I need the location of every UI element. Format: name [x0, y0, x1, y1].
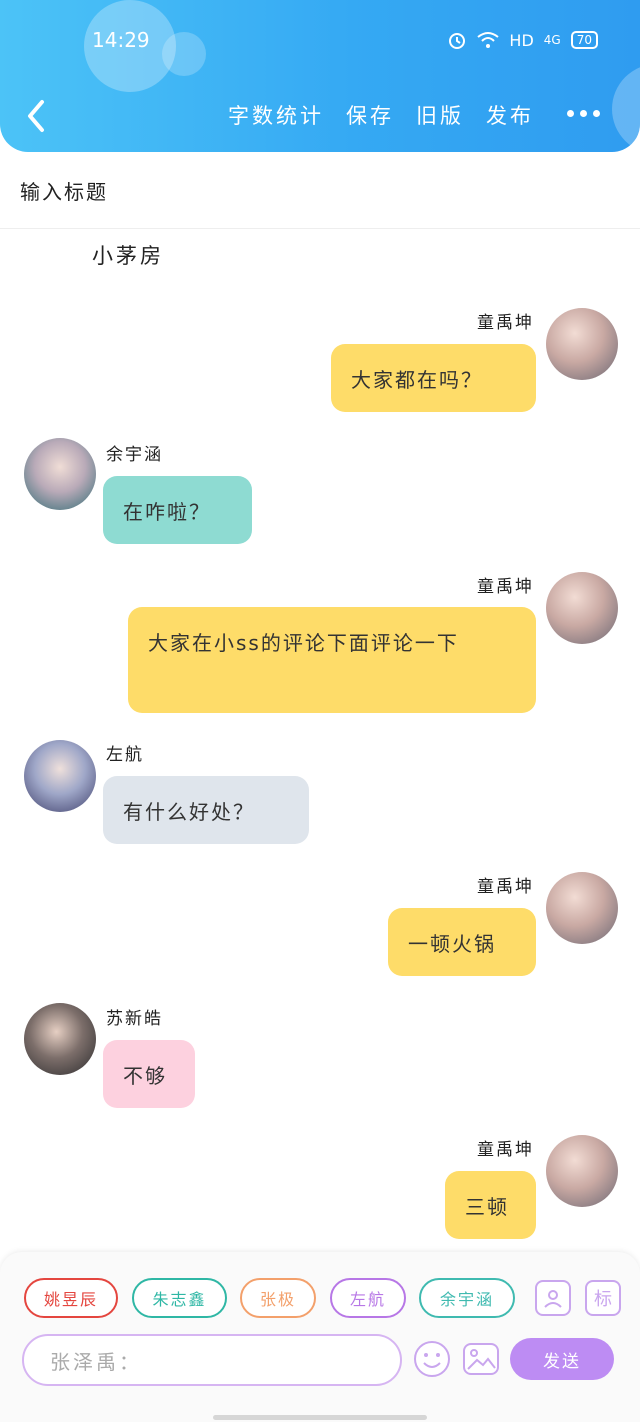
signal-label: 4G	[543, 33, 561, 47]
decor-bubble	[612, 64, 640, 152]
message-bubble: 在咋啦？	[103, 476, 252, 544]
status-icons: HD 4G 70	[447, 30, 598, 50]
message-bubble: 大家都在吗？	[331, 344, 536, 412]
character-chip[interactable]: 余宇涵	[419, 1278, 515, 1318]
sender-name: 童禹坤	[477, 877, 534, 897]
avatar[interactable]	[546, 308, 618, 380]
word-count-button[interactable]: 字数统计	[228, 100, 324, 130]
message-bubble: 大家在小ss的评论下面评论一下	[128, 607, 536, 713]
character-chip[interactable]: 张极	[240, 1278, 316, 1318]
sender-name: 左航	[106, 745, 144, 765]
character-chip[interactable]: 姚昱辰	[24, 1278, 118, 1318]
message-bubble: 有什么好处？	[103, 776, 309, 844]
sender-name: 余宇涵	[106, 445, 163, 465]
label-tool-icon[interactable]: 标	[585, 1280, 621, 1316]
message-bubble: 一顿火锅	[388, 908, 536, 976]
message-bubble: 三顿	[445, 1171, 536, 1239]
image-icon[interactable]	[462, 1340, 500, 1378]
decor-bubble	[162, 32, 206, 76]
avatar[interactable]	[24, 740, 96, 812]
emoji-icon[interactable]	[413, 1340, 451, 1378]
send-button[interactable]: 发送	[510, 1338, 614, 1380]
title-input[interactable]: 输入标题	[20, 176, 108, 205]
avatar[interactable]	[24, 438, 96, 510]
status-time: 14:29	[92, 28, 150, 52]
composer-panel: 姚昱辰 朱志鑫 张极 左航 余宇涵 标 张泽禹： 发送	[0, 1252, 640, 1422]
save-button[interactable]: 保存	[346, 100, 394, 130]
more-menu-icon[interactable]	[567, 110, 600, 117]
sender-name: 苏新皓	[106, 1009, 163, 1029]
publish-button[interactable]: 发布	[486, 100, 534, 130]
top-app-bar: 14:29 HD 4G 70 字数统计 保存 旧版 发布	[0, 0, 640, 152]
person-card-icon[interactable]	[535, 1280, 571, 1316]
avatar[interactable]	[546, 1135, 618, 1207]
header-toolbar: 字数统计 保存 旧版 发布	[228, 100, 534, 130]
sender-name: 童禹坤	[477, 1140, 534, 1160]
avatar[interactable]	[546, 872, 618, 944]
network-type: HD	[509, 30, 534, 50]
message-input[interactable]: 张泽禹：	[22, 1334, 402, 1386]
character-chip[interactable]: 朱志鑫	[132, 1278, 227, 1318]
sender-name: 童禹坤	[477, 313, 534, 333]
avatar[interactable]	[24, 1003, 96, 1075]
old-version-button[interactable]: 旧版	[416, 100, 464, 130]
sender-name: 童禹坤	[477, 577, 534, 597]
avatar[interactable]	[546, 572, 618, 644]
battery-indicator: 70	[570, 31, 598, 49]
character-chip[interactable]: 左航	[330, 1278, 406, 1318]
message-bubble: 不够	[103, 1040, 195, 1108]
title-row: 输入标题	[0, 152, 640, 229]
home-indicator	[213, 1415, 427, 1420]
wifi-icon	[477, 32, 500, 48]
scene-text: 小茅房	[92, 244, 164, 268]
back-arrow-icon[interactable]	[22, 96, 52, 136]
alarm-icon	[449, 33, 466, 49]
